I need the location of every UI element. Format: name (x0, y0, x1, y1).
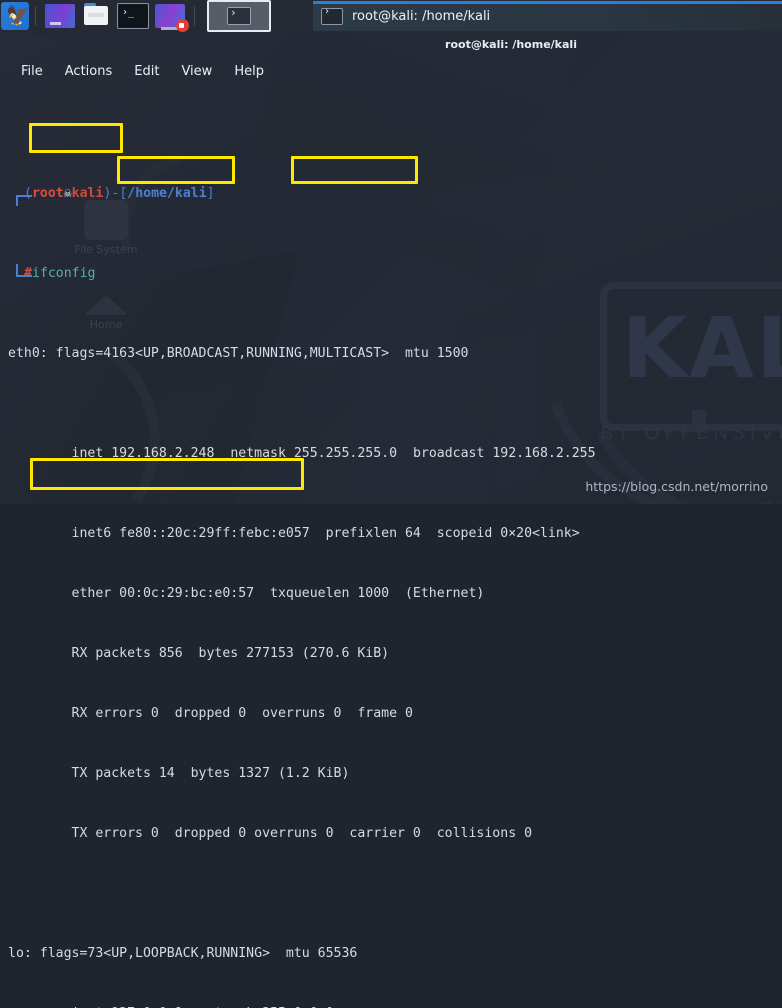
output-line: ether 00:0c:29:bc:e0:57 txqueuelen 1000 … (8, 586, 485, 601)
skull-icon: ☠ (63, 186, 72, 201)
menu-view[interactable]: View (170, 62, 223, 81)
taskbar: 🦅 ›_ root@kali: /home/kali (0, 0, 782, 32)
kali-menu-button[interactable]: 🦅 (1, 2, 29, 30)
output-line: TX packets 14 bytes 1327 (1.2 KiB) (8, 766, 350, 781)
output-line: eth0: flags=4163<UP,BROADCAST,RUNNING,MU… (8, 346, 469, 361)
window-title: root@kali: /home/kali (445, 37, 577, 51)
inet-address-value: 192.168.2.248 (111, 446, 215, 461)
prompt-elbow-icon (8, 184, 32, 206)
record-badge-icon (176, 19, 189, 32)
netmask-value: 255.255.255.0 (293, 446, 398, 461)
taskbar-separator (194, 6, 195, 26)
output-line-inet: inet 192.168.2.248 netmask 255.255.255.0… (8, 444, 782, 464)
output-blank-line (8, 884, 782, 904)
menubar: File Actions Edit View Help (0, 58, 782, 84)
menu-actions[interactable]: Actions (54, 62, 124, 81)
menu-edit[interactable]: Edit (123, 62, 170, 81)
prompt-elbow-icon (8, 264, 32, 284)
output-line: inet6 fe80::20c:29ff:febc:e057 prefixlen… (8, 526, 580, 541)
terminal-icon (227, 6, 251, 25)
terminal-output-area[interactable]: (root☠kali)-[/home/kali] #ifconfig eth0:… (0, 92, 782, 1008)
menu-file[interactable]: File (10, 62, 54, 81)
web-browser-icon[interactable] (45, 4, 75, 28)
kali-dragon-icon: 🦅 (6, 5, 29, 27)
terminal-icon[interactable]: ›_ (117, 3, 149, 29)
prompt-close-paren: )-[ (103, 186, 128, 201)
output-line: RX packets 856 bytes 277153 (270.6 KiB) (8, 646, 390, 661)
folder-lip (88, 13, 104, 17)
command-ifconfig: ifconfig (31, 266, 96, 281)
shell-command-line: #ifconfig (8, 264, 782, 284)
file-manager-icon[interactable] (81, 3, 111, 28)
output-line: TX errors 0 dropped 0 overruns 0 carrier… (8, 826, 533, 841)
show-desktop-button[interactable] (207, 0, 271, 32)
taskbar-window-title: root@kali: /home/kali (352, 8, 491, 24)
active-window-indicator (313, 1, 782, 4)
inet-label: inet (8, 446, 112, 461)
prompt-path: /home/kali (127, 186, 207, 201)
prompt-user: root (31, 186, 64, 201)
shell-prompt-line: (root☠kali)-[/home/kali] (8, 184, 782, 206)
prompt-host: kali (71, 186, 104, 201)
output-line: inet 127.0.0.1 netmask 255.0.0.0 (8, 1004, 782, 1008)
menu-help[interactable]: Help (223, 62, 275, 81)
terminal-icon (321, 6, 343, 25)
broadcast-value: broadcast 192.168.2.255 (397, 446, 596, 461)
terminal-titlebar[interactable]: root@kali: /home/kali (0, 32, 782, 56)
url-watermark: https://blog.csdn.net/morrino (585, 479, 768, 494)
netmask-label: netmask (214, 446, 294, 461)
terminal-prompt-glyph: ›_ (122, 7, 135, 18)
screen-recorder-icon[interactable] (155, 4, 189, 32)
taskbar-window-button[interactable]: root@kali: /home/kali (313, 1, 782, 31)
prompt-close-bracket: ] (206, 186, 215, 201)
output-line: lo: flags=73<UP,LOOPBACK,RUNNING> mtu 65… (8, 946, 358, 961)
taskbar-separator (35, 6, 36, 26)
output-line: RX errors 0 dropped 0 overruns 0 frame 0 (8, 706, 413, 721)
